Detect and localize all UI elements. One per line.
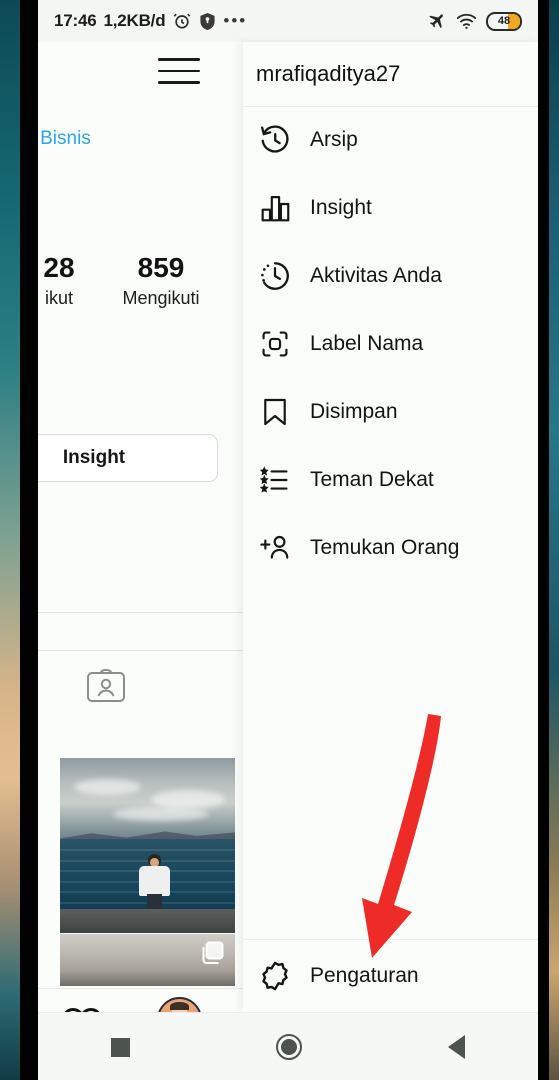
post-photo-wall[interactable] bbox=[60, 934, 235, 986]
home-circle-icon[interactable] bbox=[276, 1034, 302, 1060]
menu-item-insight[interactable]: Insight bbox=[243, 174, 538, 242]
phone-bezel-left bbox=[20, 0, 40, 1080]
side-menu-drawer: mrafiqaditya27 Arsip Insight Aktivitas A… bbox=[158, 42, 538, 1012]
hamburger-menu-icon[interactable] bbox=[158, 58, 200, 88]
insight-button-label: Insight bbox=[62, 447, 126, 468]
following-label: Mengikuti bbox=[122, 288, 200, 308]
menu-item-label: Pengaturan bbox=[310, 964, 419, 987]
following-count: 859 bbox=[137, 252, 185, 283]
menu-item-label: Arsip bbox=[310, 128, 358, 151]
airplane-mode-icon bbox=[427, 11, 447, 31]
menu-item-label: Disimpan bbox=[310, 400, 398, 423]
close-friends-list-icon bbox=[256, 461, 294, 499]
menu-item-aktivitas-anda[interactable]: Aktivitas Anda bbox=[243, 242, 538, 310]
profile-screen-partial: nasi Bisnis 28 ikut 859 Mengikuti Insigh… bbox=[38, 42, 243, 1080]
bookmark-icon bbox=[256, 393, 294, 431]
business-info-link[interactable]: nasi Bisnis bbox=[38, 128, 91, 150]
menu-item-label: Teman Dekat bbox=[310, 468, 434, 491]
menu-item-label: Insight bbox=[310, 196, 372, 219]
menu-item-label: Label Nama bbox=[310, 332, 424, 355]
recents-square-icon[interactable] bbox=[111, 1037, 130, 1057]
phone-screenshot: 17:46 1,2KB/d ••• 48 Bisnis 28 ikut 859 … bbox=[0, 0, 559, 1080]
back-triangle-icon[interactable] bbox=[448, 1035, 465, 1059]
status-data-rate: 1,2KB/d bbox=[103, 11, 166, 30]
menu-item-label-nama[interactable]: Label Nama bbox=[243, 310, 538, 378]
menu-item-label: Aktivitas Anda bbox=[310, 264, 442, 287]
photo-person bbox=[137, 854, 172, 914]
photo-cloud bbox=[151, 789, 225, 809]
carousel-icon bbox=[200, 940, 226, 966]
wifi-icon bbox=[456, 13, 477, 30]
menu-item-disimpan[interactable]: Disimpan bbox=[243, 378, 538, 446]
menu-item-temukan-orang[interactable]: Temukan Orang bbox=[243, 514, 538, 582]
status-bar: 17:46 1,2KB/d ••• 48 bbox=[38, 0, 538, 42]
photo-cloud bbox=[74, 779, 141, 795]
android-navigation-bar bbox=[38, 1012, 538, 1080]
menu-footer: Pengaturan bbox=[243, 939, 538, 1012]
menu-item-teman-dekat[interactable]: Teman Dekat bbox=[243, 446, 538, 514]
profile-divider-tabs bbox=[38, 650, 243, 651]
more-dots-icon: ••• bbox=[223, 11, 248, 30]
status-bar-right: 48 bbox=[427, 11, 522, 31]
menu-item-pengaturan[interactable]: Pengaturan bbox=[243, 940, 538, 1012]
menu-item-list: Arsip Insight Aktivitas Anda Label Nama … bbox=[243, 106, 538, 582]
post-photo-seaside[interactable] bbox=[60, 758, 235, 933]
stat-following[interactable]: 859 Mengikuti bbox=[86, 252, 236, 312]
archive-clock-icon bbox=[256, 121, 294, 159]
insight-button[interactable]: Insight bbox=[38, 434, 218, 482]
status-time: 17:46 bbox=[54, 11, 97, 30]
photo-cloud bbox=[112, 807, 209, 821]
phone-viewport: 17:46 1,2KB/d ••• 48 Bisnis 28 ikut 859 … bbox=[38, 0, 538, 1080]
alarm-clock-icon bbox=[172, 11, 192, 31]
battery-indicator: 48 bbox=[486, 11, 522, 31]
photo-rocks bbox=[60, 908, 235, 933]
settings-gear-icon bbox=[256, 957, 294, 995]
shield-icon bbox=[199, 12, 216, 31]
discover-people-icon bbox=[256, 529, 294, 567]
profile-divider-top bbox=[38, 612, 243, 613]
bar-chart-icon bbox=[256, 189, 294, 227]
activity-clock-icon bbox=[256, 257, 294, 295]
menu-header: mrafiqaditya27 bbox=[158, 42, 538, 107]
battery-level-text: 48 bbox=[497, 15, 511, 27]
menu-item-arsip[interactable]: Arsip bbox=[243, 106, 538, 174]
nametag-icon bbox=[256, 325, 294, 363]
status-bar-left: 17:46 1,2KB/d ••• bbox=[54, 11, 247, 31]
menu-username-title: mrafiqaditya27 bbox=[256, 61, 401, 86]
tagged-photos-icon[interactable] bbox=[86, 668, 126, 703]
menu-item-label: Temukan Orang bbox=[310, 536, 460, 559]
